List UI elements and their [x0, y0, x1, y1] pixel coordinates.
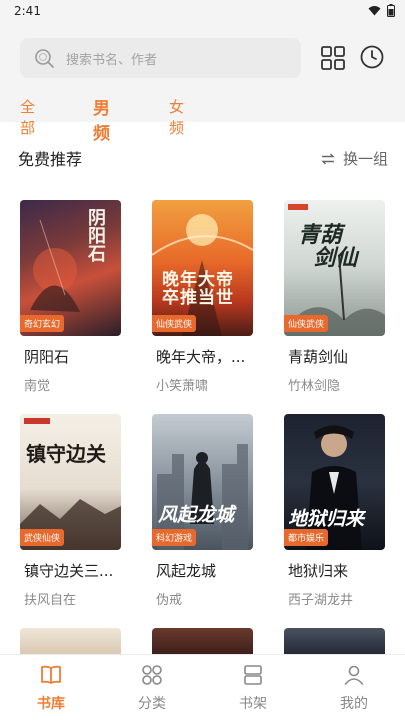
grid-view-button[interactable] [320, 45, 346, 71]
genre-tag: 武侠仙侠 [20, 529, 65, 546]
book-title: 地狱归来 [288, 562, 349, 580]
nav-bookshelf[interactable]: 书架 [223, 663, 283, 713]
cover-title: 地狱归来 [288, 508, 365, 530]
search-input[interactable]: 搜索书名、作者 [20, 38, 301, 78]
tab-male[interactable]: 男频 [93, 94, 110, 144]
nav-library[interactable]: 书库 [21, 663, 81, 713]
cover-title: 青葫 剑仙 [298, 222, 358, 272]
top-header: 搜索书名、作者 全部 男频 女频 [0, 24, 405, 144]
search-placeholder: 搜索书名、作者 [66, 53, 158, 68]
tab-all[interactable]: 全部 [20, 96, 35, 138]
nav-label: 书库 [37, 696, 65, 712]
nav-label: 我的 [340, 696, 368, 712]
history-button[interactable] [359, 44, 385, 70]
profile-icon [344, 665, 364, 685]
bookshelf-icon [244, 665, 262, 685]
clock-icon [360, 45, 384, 69]
genre-tag: 奇幻玄幻 [20, 315, 65, 332]
bottom-navigation: 书库 分类 书架 我的 [0, 654, 405, 720]
book-cover[interactable]: 风起龙城 科幻游戏 [152, 414, 253, 550]
refresh-label: 换一组 [342, 150, 388, 168]
book-card[interactable]: 风起龙城 科幻游戏 风起龙城 伪戒 [152, 414, 254, 608]
book-card[interactable]: 地狱归来 都市娱乐 地狱归来 西子湖龙井 [284, 414, 386, 608]
cover-title: 晚年大帝 卒推当世 [162, 270, 234, 308]
book-cover[interactable]: 镇守边关 武侠仙侠 [20, 414, 121, 550]
book-author: 伪戒 [156, 593, 183, 608]
book-card[interactable]: 晚年大帝 卒推当世 仙侠武侠 晚年大帝，... 小笑萧啸 [152, 200, 254, 394]
grid-icon [321, 46, 345, 70]
nav-label: 分类 [138, 696, 166, 712]
nav-profile[interactable]: 我的 [324, 663, 384, 713]
section-header: 免费推荐 换一组 [18, 146, 388, 170]
book-cover[interactable]: 阴阳石 奇幻玄幻 [20, 200, 121, 336]
genre-tag: 仙侠武侠 [152, 315, 197, 332]
book-cover[interactable]: 晚年大帝 卒推当世 仙侠武侠 [152, 200, 253, 336]
book-author: 南觉 [24, 379, 51, 394]
tab-female[interactable]: 女频 [169, 96, 184, 138]
book-cover[interactable]: 地狱归来 都市娱乐 [284, 414, 385, 550]
book-card[interactable]: 青葫 剑仙 仙侠武侠 青葫剑仙 竹林剑隐 [284, 200, 386, 394]
book-title: 晚年大帝，... [156, 348, 246, 366]
genre-tag: 仙侠武侠 [284, 315, 329, 332]
book-card[interactable]: 镇守边关 武侠仙侠 镇守边关三... 扶风自在 [20, 414, 122, 608]
swap-icon [321, 153, 335, 164]
book-title: 青葫剑仙 [288, 348, 349, 366]
book-title: 阴阳石 [24, 348, 70, 366]
book-card[interactable]: 阴阳石 奇幻玄幻 阴阳石 南觉 [20, 200, 122, 394]
book-author: 竹林剑隐 [288, 379, 341, 394]
wifi-icon [368, 6, 381, 16]
book-icon [41, 665, 61, 684]
search-icon [35, 49, 54, 68]
section-title: 免费推荐 [18, 150, 83, 169]
battery-icon [387, 4, 395, 17]
status-bar: 2:41 [0, 0, 405, 24]
book-cover-partial[interactable] [20, 628, 121, 656]
status-icons [368, 4, 395, 17]
genre-tag: 都市娱乐 [284, 529, 329, 546]
book-title: 风起龙城 [156, 562, 217, 580]
cover-title: 镇守边关 [26, 442, 106, 466]
refresh-button[interactable]: 换一组 [321, 148, 388, 169]
book-cover-partial[interactable] [284, 628, 385, 656]
nav-label: 书架 [239, 696, 267, 712]
book-author: 西子湖龙井 [288, 593, 354, 608]
category-icon [142, 665, 162, 685]
nav-category[interactable]: 分类 [122, 663, 182, 713]
book-author: 小笑萧啸 [156, 379, 209, 394]
book-author: 扶风自在 [24, 593, 77, 608]
genre-tag: 科幻游戏 [152, 529, 197, 546]
status-time: 2:41 [14, 4, 41, 18]
book-cover[interactable]: 青葫 剑仙 仙侠武侠 [284, 200, 385, 336]
book-cover-partial[interactable] [152, 628, 253, 656]
book-title: 镇守边关三... [24, 562, 114, 580]
cover-title: 阴阳石 [85, 208, 106, 262]
cover-title: 风起龙城 [158, 504, 235, 526]
